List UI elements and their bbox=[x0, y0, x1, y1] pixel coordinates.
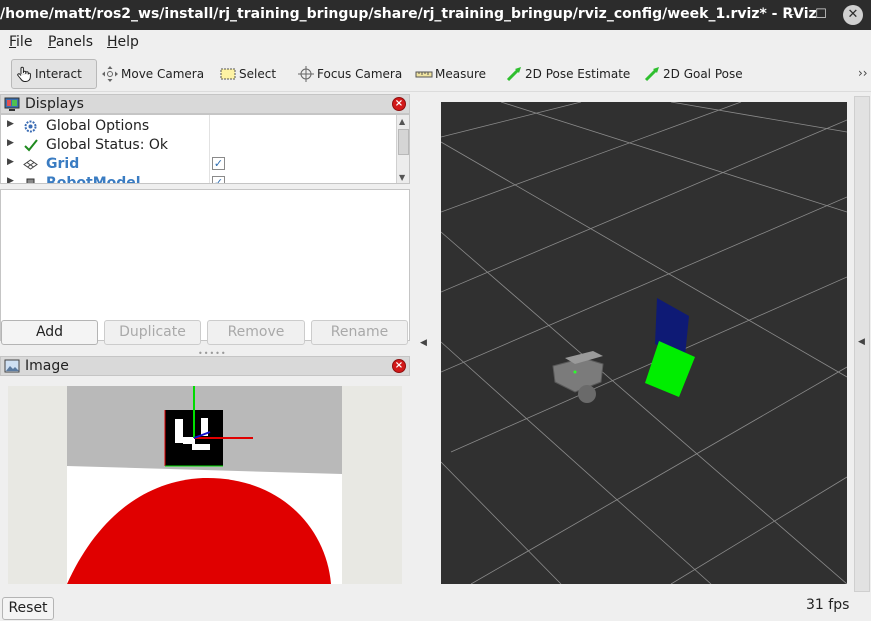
tool-measure[interactable]: Measure bbox=[412, 59, 489, 89]
displays-panel-close-button[interactable]: × bbox=[392, 97, 406, 111]
tree-row-robotmodel[interactable]: ▶ RobotModel ✓ bbox=[1, 174, 396, 184]
menu-help[interactable]: Help bbox=[107, 34, 139, 50]
tree-row-label: Global Options bbox=[46, 118, 150, 134]
ruler-icon bbox=[415, 71, 433, 78]
select-box-icon bbox=[220, 68, 236, 80]
checkmark-icon bbox=[24, 139, 38, 152]
rename-button[interactable]: Rename bbox=[311, 320, 408, 345]
tool-2d-pose-estimate[interactable]: 2D Pose Estimate bbox=[502, 59, 633, 89]
tool-focus-camera[interactable]: Focus Camera bbox=[294, 59, 405, 89]
displays-panel-title: Displays bbox=[25, 96, 84, 112]
3d-scene bbox=[441, 102, 847, 584]
scroll-down-icon[interactable]: ▼ bbox=[399, 173, 405, 182]
focus-crosshair-icon bbox=[298, 66, 314, 82]
tool-label: Focus Camera bbox=[317, 67, 403, 81]
tool-move-camera[interactable]: Move Camera bbox=[98, 59, 207, 89]
3d-render-viewport[interactable] bbox=[441, 102, 847, 584]
expand-arrow-icon[interactable]: ▶ bbox=[7, 176, 14, 183]
monitor-icon bbox=[4, 97, 20, 111]
scrollbar-thumb[interactable] bbox=[398, 129, 409, 155]
image-panel-close-button[interactable]: × bbox=[392, 359, 406, 373]
tool-2d-goal-pose[interactable]: 2D Goal Pose bbox=[640, 59, 746, 89]
displays-scrollbar[interactable]: ▲ ▼ bbox=[396, 115, 409, 183]
tree-row-grid[interactable]: ▶ Grid ✓ bbox=[1, 155, 396, 174]
tool-label: 2D Goal Pose bbox=[663, 67, 743, 81]
green-arrow-icon bbox=[644, 67, 659, 82]
reset-button[interactable]: Reset bbox=[2, 597, 54, 620]
menu-bar: File Panels Help bbox=[0, 30, 871, 54]
displays-tree: ▶ Global Options ▶ Global Status: Ok ▶ G… bbox=[0, 114, 410, 184]
tree-row-global-status[interactable]: ▶ Global Status: Ok bbox=[1, 136, 396, 155]
minimize-button[interactable]: – bbox=[780, 4, 802, 26]
collapse-right-arrow-icon[interactable]: ◀ bbox=[858, 337, 865, 347]
maximize-button[interactable]: ☐ bbox=[810, 4, 832, 26]
tree-row-label: RobotModel bbox=[46, 175, 141, 184]
image-panel-title: Image bbox=[25, 358, 69, 374]
expand-arrow-icon[interactable]: ▶ bbox=[7, 138, 14, 148]
hand-pointer-icon bbox=[17, 66, 31, 82]
menu-file[interactable]: File bbox=[9, 34, 32, 50]
add-button[interactable]: Add bbox=[1, 320, 98, 345]
tool-bar: Interact Move Camera Select Focus Camera… bbox=[0, 56, 871, 92]
tree-row-label: Global Status: Ok bbox=[46, 137, 169, 153]
expand-arrow-icon[interactable]: ▶ bbox=[7, 119, 14, 129]
tool-label: Select bbox=[239, 67, 277, 81]
display-description-area bbox=[0, 189, 410, 341]
expand-arrow-icon[interactable]: ▶ bbox=[7, 157, 14, 167]
robotmodel-enabled-checkbox[interactable]: ✓ bbox=[212, 176, 225, 183]
grid-icon bbox=[23, 159, 38, 170]
robot-icon bbox=[26, 178, 35, 183]
tool-label: Move Camera bbox=[121, 67, 205, 81]
image-panel-header: Image × bbox=[0, 356, 410, 376]
tool-label: 2D Pose Estimate bbox=[525, 67, 631, 81]
right-dock-collapse-bar[interactable]: ◀ bbox=[854, 96, 870, 592]
move-camera-icon bbox=[102, 66, 118, 82]
camera-image-view bbox=[8, 386, 402, 584]
image-icon bbox=[4, 359, 20, 373]
tool-select[interactable]: Select bbox=[216, 59, 279, 89]
tool-interact[interactable]: Interact bbox=[11, 59, 97, 89]
tool-label: Measure bbox=[435, 67, 486, 81]
tree-row-label: Grid bbox=[46, 156, 80, 172]
toolbar-overflow-button[interactable]: ›› bbox=[858, 66, 868, 80]
camera-image bbox=[8, 386, 402, 584]
green-arrow-icon bbox=[506, 67, 521, 82]
gear-icon bbox=[24, 120, 37, 133]
displays-panel-header: Displays × bbox=[0, 94, 410, 114]
grid-enabled-checkbox[interactable]: ✓ bbox=[212, 157, 225, 170]
remove-button[interactable]: Remove bbox=[207, 320, 305, 345]
close-window-button[interactable]: ✕ bbox=[843, 5, 863, 25]
scroll-up-icon[interactable]: ▲ bbox=[399, 117, 405, 126]
title-bar: /home/matt/ros2_ws/install/rj_training_b… bbox=[0, 0, 871, 30]
tool-label: Interact bbox=[35, 67, 82, 81]
tree-row-global-options[interactable]: ▶ Global Options bbox=[1, 117, 396, 136]
collapse-left-arrow-icon[interactable]: ◀ bbox=[420, 338, 427, 348]
window-title: /home/matt/ros2_ws/install/rj_training_b… bbox=[0, 6, 817, 22]
fps-counter: 31 fps bbox=[806, 597, 850, 613]
menu-panels[interactable]: Panels bbox=[48, 34, 93, 50]
duplicate-button[interactable]: Duplicate bbox=[104, 320, 201, 345]
